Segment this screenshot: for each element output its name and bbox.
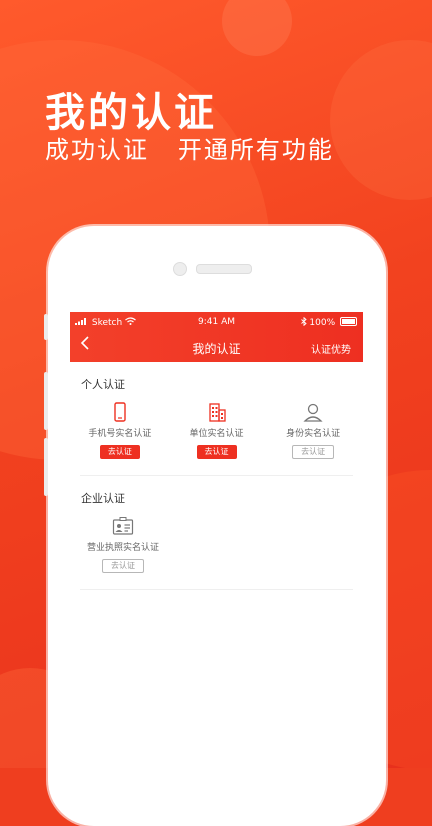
battery-icon — [340, 317, 357, 326]
battery-percent: 100% — [309, 318, 336, 328]
section-title-enterprise: 企业认证 — [81, 492, 125, 505]
id-card-icon — [112, 517, 134, 535]
verify-button-business-license[interactable]: 去认证 — [102, 559, 144, 573]
section-title-personal: 个人认证 — [81, 378, 125, 391]
personal-cert-row: 手机号实名认证 去认证 单位实名认证 去认证 身份实名认证 去认证 — [70, 402, 363, 459]
side-button — [44, 314, 48, 340]
cert-item-employer: 单位实名认证 去认证 — [177, 402, 257, 459]
section-divider — [80, 475, 353, 484]
battery-status: 100% — [300, 316, 357, 328]
speaker-grille — [196, 264, 252, 274]
cert-item-label: 营业执照实名认证 — [86, 543, 159, 553]
cert-item-label: 单位实名认证 — [189, 429, 244, 439]
building-icon — [208, 403, 226, 422]
cert-item-label: 手机号实名认证 — [88, 429, 152, 439]
side-button — [44, 372, 48, 430]
mobile-phone-icon — [114, 402, 126, 422]
status-bar: Sketch 9:41 AM 100% — [70, 314, 363, 330]
verify-button-employer[interactable]: 去认证 — [196, 445, 237, 459]
decor-circle — [330, 40, 432, 200]
cert-item-phone: 手机号实名认证 去认证 — [80, 402, 160, 459]
cert-advantage-link[interactable]: 认证优势 — [311, 341, 351, 356]
cert-item-business-license: 营业执照实名认证 去认证 — [80, 516, 166, 573]
verify-button-phone[interactable]: 去认证 — [99, 445, 140, 459]
section-divider — [80, 589, 353, 598]
side-button — [44, 438, 48, 496]
camera-icon — [173, 262, 187, 276]
verify-button-identity[interactable]: 去认证 — [292, 445, 335, 459]
cert-item-identity: 身份实名认证 去认证 — [273, 402, 353, 459]
nav-bar: Sketch 9:41 AM 100% 我的认证 认证优势 — [70, 312, 363, 362]
cert-item-label: 身份实名认证 — [286, 429, 341, 439]
bluetooth-icon — [300, 316, 307, 327]
app-screen: Sketch 9:41 AM 100% 我的认证 认证优势 个人认证 手机号实名… — [70, 312, 363, 768]
decor-circle — [222, 0, 292, 56]
promo-subline: 成功认证 开通所有功能 — [45, 136, 334, 164]
enterprise-cert-row: 营业执照实名认证 去认证 — [70, 516, 363, 573]
person-icon — [303, 403, 323, 422]
